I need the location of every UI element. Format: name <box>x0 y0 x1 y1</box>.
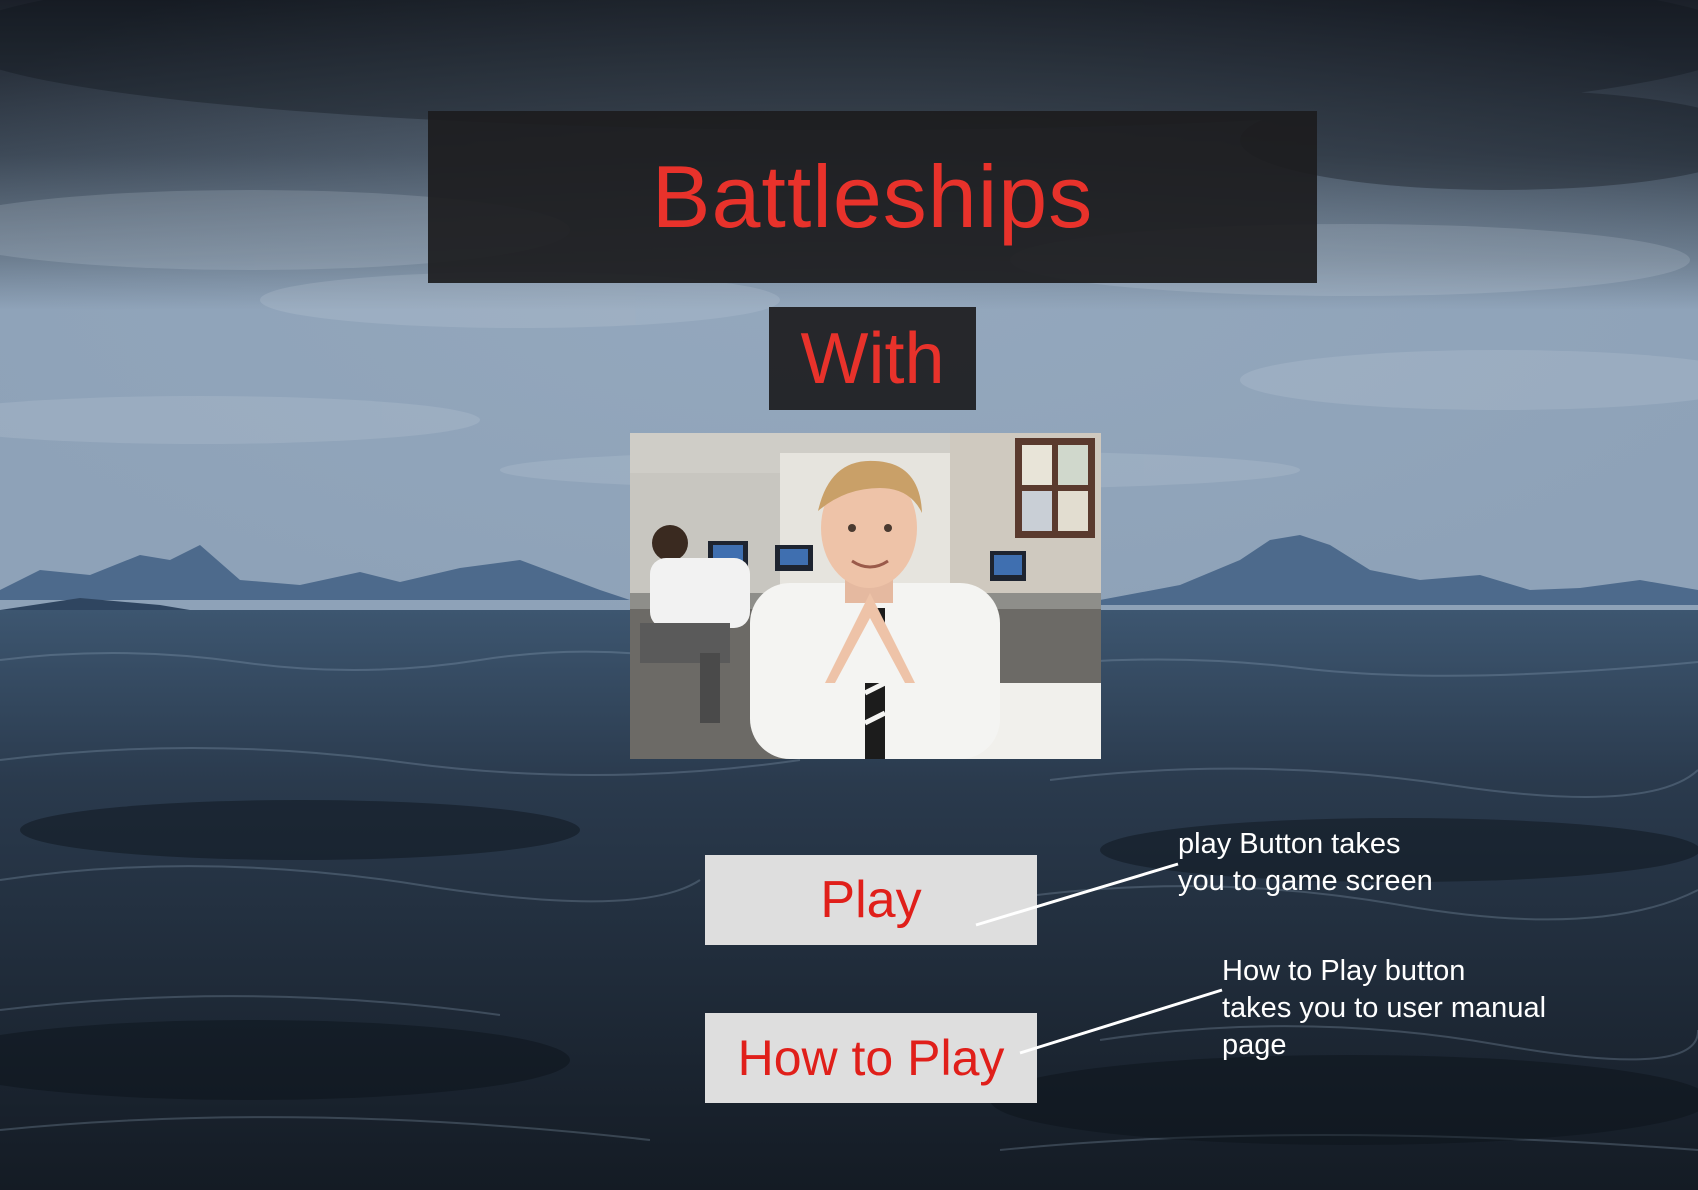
page-title: Battleships <box>651 147 1094 246</box>
home-screen: Battleships With Play How to Play play B… <box>0 0 1698 1190</box>
how-to-play-button-label: How to Play <box>737 1030 1005 1086</box>
title-banner: Battleships <box>428 111 1317 283</box>
play-annotation: play Button takes you to game screen <box>1178 828 1433 897</box>
subtitle-banner: With <box>769 307 976 410</box>
player-photo <box>630 433 1101 759</box>
play-button[interactable]: Play <box>705 855 1037 945</box>
how-to-play-annotation: How to Play button takes you to user man… <box>1222 955 1547 1061</box>
how-to-play-button[interactable]: How to Play <box>705 1013 1037 1103</box>
play-button-label: Play <box>820 871 922 929</box>
subtitle-with: With <box>800 318 945 399</box>
